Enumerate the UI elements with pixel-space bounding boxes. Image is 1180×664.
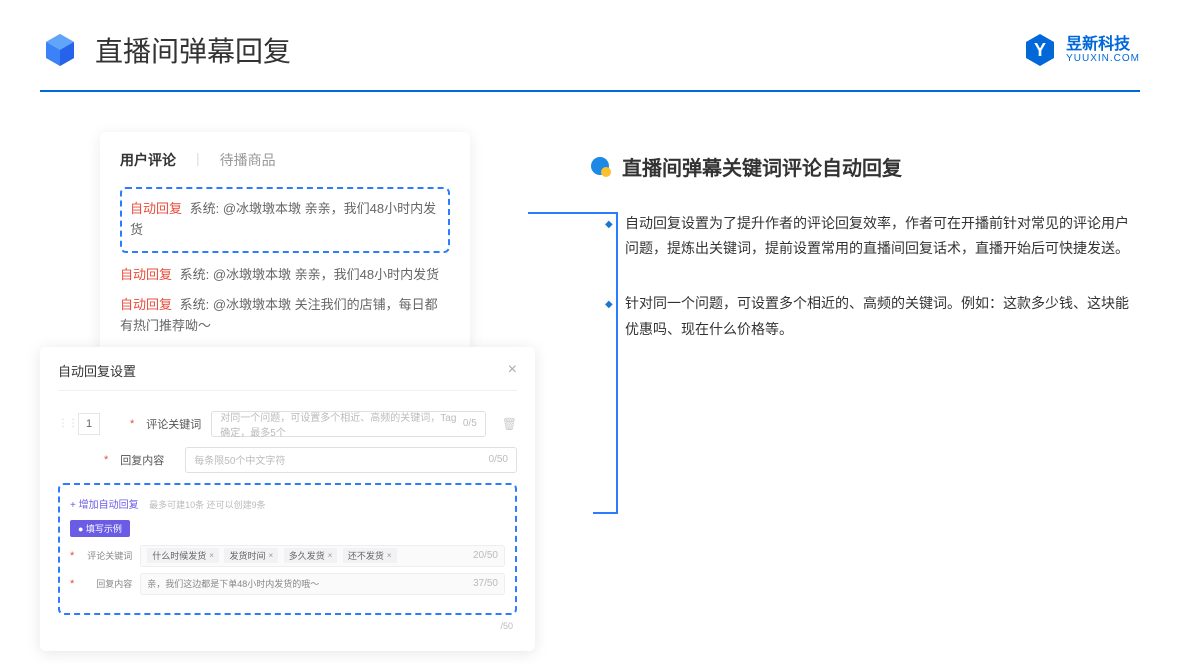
brand-name-en: YUUXIN.COM <box>1066 53 1140 64</box>
auto-reply-tag: 自动回复 <box>120 267 172 282</box>
brand-name-cn: 昱新科技 <box>1066 36 1140 54</box>
tag-remove-icon[interactable]: × <box>209 551 214 560</box>
brand-icon: Y <box>1022 32 1058 68</box>
auto-reply-tag: 自动回复 <box>130 201 182 216</box>
bullet-item: 针对同一个问题，可设置多个相近的、高频的关键词。例如：这款多少钱、这块能优惠吗、… <box>610 291 1140 341</box>
tag-chip[interactable]: 什么时候发货× <box>147 548 219 563</box>
ex-keyword-input[interactable]: 什么时候发货× 发货时间× 多久发货× 还不发货× 20/50 <box>140 545 505 567</box>
ex-content-input[interactable]: 亲，我们这边都是下单48小时内发货的哦～ 37/50 <box>140 573 505 595</box>
ex-content-label: 回复内容 <box>84 577 132 590</box>
reply-text: 系统: @冰墩墩本墩 亲亲，我们48小时内发货 <box>180 267 440 282</box>
tab-separator: | <box>196 150 200 172</box>
tag-chip[interactable]: 发货时间× <box>224 548 278 563</box>
reply-row: 自动回复 系统: @冰墩墩本墩 关注我们的店铺，每日都有热门推荐呦～ <box>120 295 450 337</box>
add-auto-reply-link[interactable]: + 增加自动回复 <box>70 496 139 511</box>
settings-modal: 自动回复设置 × ⋮⋮ 1 * 评论关键词 对同一个问题，可设置多个相近、高频的… <box>40 347 535 651</box>
ex-keyword-label: 评论关键词 <box>84 549 132 562</box>
content-label: 回复内容 <box>120 452 175 468</box>
left-column: 用户评论 | 待播商品 自动回复 系统: @冰墩墩本墩 亲亲，我们48小时内发货… <box>40 132 540 651</box>
svg-text:Y: Y <box>1034 40 1046 60</box>
required-star-icon: * <box>70 550 74 562</box>
form-row-keyword: ⋮⋮ 1 * 评论关键词 对同一个问题，可设置多个相近、高频的关键词，Tag确定… <box>58 411 517 437</box>
tag-remove-icon[interactable]: × <box>269 551 274 560</box>
drag-handle-icon[interactable]: ⋮⋮ <box>58 418 68 429</box>
page-title: 直播间弹幕回复 <box>95 30 291 70</box>
row-number: 1 <box>78 413 100 435</box>
bullet-item: 自动回复设置为了提升作者的评论回复效率，作者可在开播前针对常见的评论用户问题，提… <box>610 211 1140 261</box>
trash-icon[interactable]: 🗑 <box>502 417 517 431</box>
tab-user-comments[interactable]: 用户评论 <box>120 150 176 172</box>
example-block: + 增加自动回复 最多可建10条 还可以创建9条 ● 填写示例 * 评论关键词 … <box>58 483 517 615</box>
example-badge: ● 填写示例 <box>70 520 130 537</box>
tag-remove-icon[interactable]: × <box>328 551 333 560</box>
required-star-icon: * <box>104 454 108 466</box>
settings-title: 自动回复设置 <box>58 361 136 380</box>
page-header: 直播间弹幕回复 Y 昱新科技 YUUXIN.COM <box>40 30 1140 90</box>
ex-content-value: 亲，我们这边都是下单48小时内发货的哦～ <box>147 577 319 590</box>
bullet-circle-icon <box>590 156 612 178</box>
content-input[interactable]: 每条限50个中文字符 0/50 <box>185 447 517 473</box>
tag-remove-icon[interactable]: × <box>387 551 392 560</box>
keyword-input[interactable]: 对同一个问题，可设置多个相近、高频的关键词，Tag确定，最多5个 0/5 <box>211 411 485 437</box>
add-hint: 最多可建10条 还可以创建9条 <box>149 500 266 510</box>
section-title: 直播间弹幕关键词评论自动回复 <box>622 152 902 181</box>
bottom-count: /50 <box>58 621 517 631</box>
input-count: 0/5 <box>463 418 477 429</box>
example-keyword-row: * 评论关键词 什么时候发货× 发货时间× 多久发货× 还不发货× 20/50 <box>70 545 505 567</box>
required-star-icon: * <box>130 418 134 430</box>
input-count: 37/50 <box>473 578 498 589</box>
bullet-list: 自动回复设置为了提升作者的评论回复效率，作者可在开播前针对常见的评论用户问题，提… <box>590 211 1140 342</box>
right-column: 直播间弹幕关键词评论自动回复 自动回复设置为了提升作者的评论回复效率，作者可在开… <box>590 132 1140 651</box>
tag-chip[interactable]: 多久发货× <box>284 548 338 563</box>
cube-icon <box>40 30 80 70</box>
example-content-row: * 回复内容 亲，我们这边都是下单48小时内发货的哦～ 37/50 <box>70 573 505 595</box>
auto-reply-tag: 自动回复 <box>120 297 172 312</box>
input-placeholder: 对同一个问题，可设置多个相近、高频的关键词，Tag确定，最多5个 <box>220 409 463 439</box>
comments-panel: 用户评论 | 待播商品 自动回复 系统: @冰墩墩本墩 亲亲，我们48小时内发货… <box>100 132 470 377</box>
required-star-icon: * <box>70 578 74 590</box>
keyword-label: 评论关键词 <box>146 416 201 432</box>
highlighted-reply: 自动回复 系统: @冰墩墩本墩 亲亲，我们48小时内发货 <box>120 187 450 253</box>
reply-row: 自动回复 系统: @冰墩墩本墩 亲亲，我们48小时内发货 <box>120 265 450 286</box>
close-icon[interactable]: × <box>508 361 517 379</box>
input-count: 20/50 <box>473 550 498 561</box>
header-divider <box>40 90 1140 92</box>
tab-pending-products[interactable]: 待播商品 <box>220 150 276 172</box>
tag-chip[interactable]: 还不发货× <box>343 548 397 563</box>
form-row-content: * 回复内容 每条限50个中文字符 0/50 <box>58 447 517 473</box>
input-placeholder: 每条限50个中文字符 <box>194 452 285 467</box>
brand-logo: Y 昱新科技 YUUXIN.COM <box>1022 32 1140 68</box>
input-count: 0/50 <box>489 454 508 465</box>
